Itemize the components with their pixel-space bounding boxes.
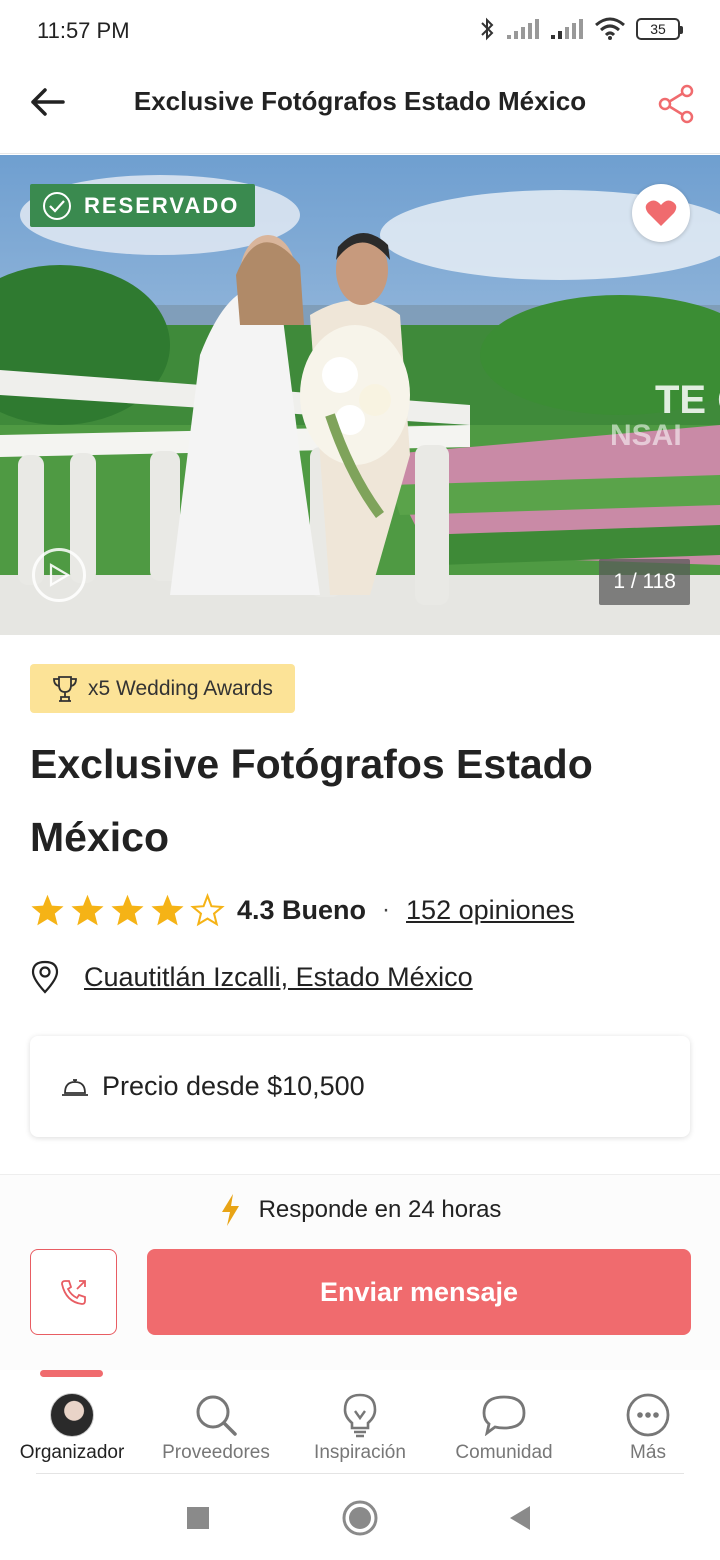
- nav-item-inspiracion[interactable]: Inspiración: [288, 1392, 432, 1464]
- star-filled-icon: [111, 894, 144, 926]
- check-circle-icon: [43, 191, 71, 220]
- vendor-photo-carousel[interactable]: TE Q NSAI RESERVADO 1 / 118: [0, 155, 720, 635]
- share-button[interactable]: [652, 80, 700, 128]
- active-tab-indicator: [40, 1370, 103, 1377]
- share-icon: [658, 84, 694, 124]
- triangle-back-icon: [510, 1506, 530, 1530]
- response-time-row: Responde en 24 horas: [0, 1193, 720, 1227]
- nav-item-organizador[interactable]: Organizador: [0, 1392, 144, 1464]
- play-video-button[interactable]: [32, 548, 86, 602]
- price-label: Precio desde $10,500: [102, 1071, 365, 1101]
- arrow-left-icon: [31, 88, 65, 116]
- home-circle-icon: [342, 1500, 378, 1536]
- awards-badge: x5 Wedding Awards: [30, 664, 295, 713]
- nav-label: Comunidad: [455, 1442, 553, 1463]
- app-header: Exclusive Fotógrafos Estado México: [0, 62, 720, 154]
- bottom-navigation: Organizador Proveedores Inspiración Comu…: [0, 1370, 720, 1474]
- location-pin-icon: [31, 960, 59, 994]
- star-filled-icon: [31, 894, 64, 926]
- photo-counter: 1 / 118: [599, 559, 690, 605]
- lightning-icon: [221, 1194, 239, 1226]
- food-cloche-icon: [62, 1078, 88, 1096]
- price-card[interactable]: Precio desde $10,500: [30, 1036, 690, 1137]
- nav-label: Organizador: [19, 1442, 125, 1463]
- heart-icon: [645, 200, 677, 226]
- vendor-title: Exclusive Fotógrafos Estado México: [30, 741, 593, 860]
- nav-item-mas[interactable]: Más: [576, 1392, 720, 1464]
- send-message-button[interactable]: Enviar mensaje: [147, 1249, 691, 1335]
- back-button[interactable]: [22, 80, 72, 124]
- reserved-badge: RESERVADO: [30, 184, 256, 227]
- square-icon: [187, 1507, 209, 1529]
- watermark-text: TE Q: [655, 378, 720, 422]
- nav-divider: [36, 1473, 684, 1474]
- reserved-label: RESERVADO: [84, 192, 240, 218]
- trophy-icon: [53, 675, 77, 702]
- phone-outgoing-icon: [60, 1280, 86, 1305]
- play-icon: [49, 563, 70, 587]
- avatar: [50, 1393, 94, 1437]
- awards-label: x5 Wedding Awards: [88, 676, 273, 700]
- nav-label: Proveedores: [162, 1442, 270, 1463]
- nav-item-comunidad[interactable]: Comunidad: [432, 1392, 576, 1464]
- star-filled-icon: [71, 894, 104, 926]
- reviews-link[interactable]: 152 opiniones: [406, 895, 574, 926]
- more-icon: [626, 1393, 670, 1437]
- separator-dot: ·: [382, 896, 391, 923]
- chat-bubble-icon: [482, 1395, 526, 1436]
- watermark-text-2: NSAI: [610, 419, 682, 452]
- status-icons: 35: [478, 16, 683, 42]
- lightbulb-icon: [343, 1393, 377, 1438]
- rating-row: 4.3 Bueno · 152 opiniones: [30, 888, 574, 932]
- search-icon: [196, 1395, 237, 1436]
- wifi-icon: [595, 17, 625, 40]
- header-title: Exclusive Fotógrafos Estado México: [133, 86, 587, 116]
- signal-icon-2: [551, 19, 583, 39]
- rating-text: 4.3 Bueno: [237, 894, 367, 925]
- contact-panel: Responde en 24 horas Enviar mensaje: [0, 1174, 720, 1370]
- battery-level: 35: [650, 21, 666, 37]
- bluetooth-icon: [481, 17, 494, 41]
- star-empty-icon: [190, 893, 225, 927]
- status-time: 11:57 PM: [37, 18, 130, 43]
- recents-button[interactable]: [178, 1498, 218, 1538]
- battery-indicator: 35: [636, 18, 683, 40]
- favorite-button[interactable]: [632, 184, 690, 242]
- response-time-text: Responde en 24 horas: [258, 1196, 502, 1223]
- status-bar: 11:57 PM 35: [0, 0, 720, 62]
- system-navigation-bar: [0, 1476, 720, 1560]
- location-row: Cuautitlán Izcalli, Estado México: [30, 955, 473, 999]
- nav-item-proveedores[interactable]: Proveedores: [144, 1392, 288, 1464]
- call-button[interactable]: [30, 1249, 117, 1335]
- star-rating: [30, 893, 225, 927]
- system-back-button[interactable]: [500, 1498, 540, 1538]
- home-button[interactable]: [340, 1498, 380, 1538]
- nav-label: Más: [630, 1442, 666, 1463]
- star-filled-icon: [151, 894, 184, 926]
- signal-icon: [507, 19, 539, 39]
- location-link[interactable]: Cuautitlán Izcalli, Estado México: [84, 962, 473, 993]
- nav-label: Inspiración: [314, 1442, 406, 1463]
